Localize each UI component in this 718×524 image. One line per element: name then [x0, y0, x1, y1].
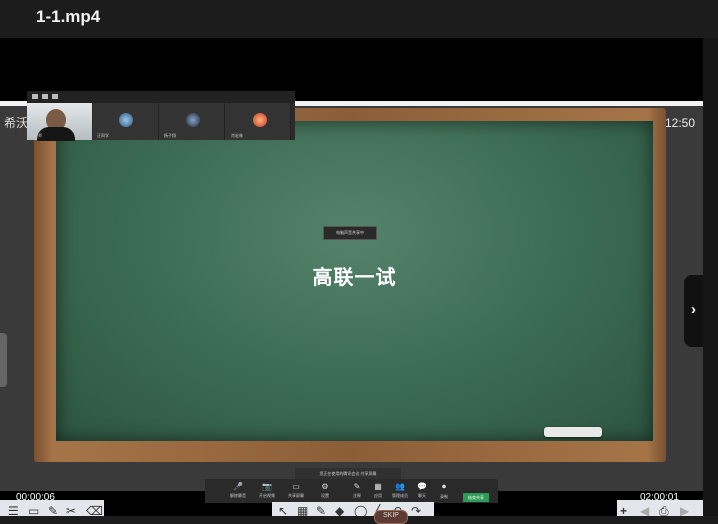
menu-icon[interactable]: ☰	[8, 504, 19, 516]
chevron-right-icon: ›	[691, 301, 696, 318]
pen-icon[interactable]: ✎	[48, 504, 58, 516]
cut-icon[interactable]: ✂	[66, 504, 76, 516]
video-title: 1-1.mp4	[36, 7, 101, 26]
menu-icon[interactable]	[52, 94, 58, 99]
participant-name: 肖宏林	[231, 133, 243, 138]
chat-button[interactable]: 💬 聊天	[412, 482, 432, 499]
minimize-icon[interactable]	[32, 94, 38, 99]
share-screen-button[interactable]: ▭ 共享屏幕	[286, 482, 306, 499]
side-panel-handle[interactable]	[0, 333, 7, 387]
circle-icon[interactable]: ◯	[354, 504, 367, 516]
record-button[interactable]: ⏺ 录制	[434, 482, 454, 500]
avatar	[253, 113, 267, 127]
video-area[interactable]: 希沃 12:50 高联一试 电脑声音共享中 肖老师 汪同学 杨子翔 肖宏林 › …	[0, 38, 703, 516]
redo-icon[interactable]: ↷	[411, 504, 421, 516]
participant-name: 汪同学	[97, 133, 109, 138]
add-page-icon[interactable]: +	[620, 504, 627, 516]
meeting-banner: 您正在使用的腾讯会议 共享屏幕	[295, 468, 401, 479]
blackboard: 高联一试	[56, 121, 653, 441]
grid-icon[interactable]: ▦	[297, 504, 308, 516]
participant-strip-header	[27, 91, 295, 103]
blackboard-frame: 高联一试	[34, 108, 666, 462]
right-gutter	[703, 38, 718, 516]
skip-button[interactable]: SKIP	[374, 510, 408, 524]
next-video-button[interactable]: ›	[684, 275, 703, 347]
screen-icon[interactable]: ▭	[28, 504, 39, 516]
board-title: 高联一试	[312, 267, 397, 289]
next-page-icon[interactable]: ▶	[680, 504, 689, 516]
avatar	[186, 113, 200, 127]
apps-button[interactable]: ▦ 应用	[368, 482, 388, 499]
title-bar	[0, 0, 718, 38]
chalk-eraser	[544, 427, 602, 437]
select-icon[interactable]: ↖	[278, 504, 288, 516]
members-button[interactable]: 👥 管理成员	[390, 482, 410, 499]
total-time: 02:00:01	[640, 492, 679, 503]
participant-name: 肖老师	[30, 133, 42, 138]
annotate-button[interactable]: ✎ 注释	[347, 482, 367, 499]
video-button[interactable]: 📷 开启视频	[257, 482, 277, 499]
shape-icon[interactable]: ◆	[335, 504, 344, 516]
person-body	[37, 127, 75, 141]
current-time: 00:00:06	[16, 492, 55, 503]
settings-button[interactable]: ⚙ 设置	[315, 482, 335, 499]
end-share-button[interactable]: 结束共享	[463, 493, 489, 502]
prev-page-icon[interactable]: ◀	[640, 504, 649, 516]
mute-button[interactable]: 🎤 解除静音	[228, 482, 248, 499]
restore-icon[interactable]	[42, 94, 48, 99]
avatar	[119, 113, 133, 127]
sound-share-notice: 电脑声音共享中	[323, 226, 377, 240]
participant-name: 杨子翔	[164, 133, 176, 138]
page-icon[interactable]: ⎙	[659, 504, 669, 516]
pen-icon[interactable]: ✎	[316, 504, 326, 516]
eraser-icon[interactable]: ⌫	[86, 504, 103, 516]
app-name: 希沃	[4, 116, 29, 130]
clock: 12:50	[665, 116, 696, 130]
shared-screen: 希沃 12:50 高联一试 电脑声音共享中	[0, 101, 703, 491]
